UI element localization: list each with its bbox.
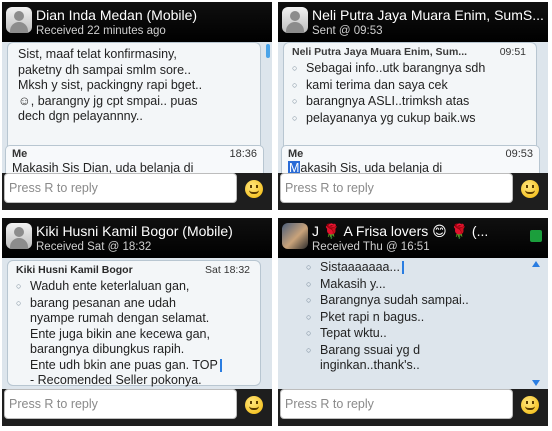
reply-placeholder: Press R to reply xyxy=(285,397,374,411)
message-line: - Recomended Seller pokonya. xyxy=(30,373,202,387)
reply-input[interactable]: Press R to reply xyxy=(4,389,237,419)
chat-header: Kiki Husni Kamil Bogor (Mobile) Received… xyxy=(2,218,272,258)
chat-panel-neli: Neli Putra Jaya Muara Enim, SumS... Sent… xyxy=(278,2,548,210)
message-line: kami terima dan saya cek xyxy=(292,78,530,94)
contact-name: Neli Putra Jaya Muara Enim, SumS... xyxy=(312,7,544,23)
message-line: barangnya ASLI..trimksh atas xyxy=(292,94,530,110)
message-list: Sistaaaaaaa... Makasih y... Barangnya su… xyxy=(306,260,542,374)
reply-input[interactable]: Press R to reply xyxy=(4,173,237,203)
scroll-down-icon[interactable] xyxy=(532,380,540,386)
outgoing-text: Makasih Sis, uda belanja di xyxy=(288,161,442,173)
contact-name: Kiki Husni Kamil Bogor (Mobile) xyxy=(36,223,233,239)
sender-name: Neli Putra Jaya Muara Enim, Sum... xyxy=(292,46,468,58)
conversation-area[interactable]: Kiki Husni Kamil Bogor Sat 18:32 Waduh e… xyxy=(2,258,272,389)
message-line: Makasih y... xyxy=(306,277,542,293)
message-status: Received 22 minutes ago xyxy=(36,25,166,37)
conversation-area[interactable]: Sistaaaaaaa... Makasih y... Barangnya su… xyxy=(278,258,548,389)
message-line: barang pesanan ane udah xyxy=(16,296,254,312)
message-line: Mksh y sist, packingny rapi bget.. xyxy=(18,78,203,92)
chat-header: J 🌹 A Frisa lovers 😊 🌹 (... Received Thu… xyxy=(278,218,548,258)
message-header: Neli Putra Jaya Muara Enim, Sum... 09:51 xyxy=(292,46,530,60)
message-line: nyampe rumah dengan selamat. xyxy=(30,311,210,325)
message-line: Sebagai info..utk barangnya sdh xyxy=(292,61,530,77)
message-line: dech dgn pelayannny.. xyxy=(18,109,143,123)
message-line: paketny dh sampai smlm sore.. xyxy=(18,62,191,77)
outgoing-text: Makasih Sis Dian, uda belanja di xyxy=(12,161,194,173)
scroll-indicator[interactable] xyxy=(266,44,270,58)
reply-input[interactable]: Press R to reply xyxy=(280,173,513,203)
message-status: Sent @ 09:53 xyxy=(312,25,383,37)
contact-name: J 🌹 A Frisa lovers 😊 🌹 (... xyxy=(312,223,489,239)
message-line: inginkan..thank's.. xyxy=(320,358,420,372)
reply-placeholder: Press R to reply xyxy=(285,181,374,195)
chat-panel-kiki: Kiki Husni Kamil Bogor (Mobile) Received… xyxy=(2,218,272,426)
conversation-area[interactable]: Sist, maaf telat konfirmasiny, paketny d… xyxy=(2,42,272,173)
message-status: Received Sat @ 18:32 xyxy=(36,241,152,253)
message-status: Received Thu @ 16:51 xyxy=(312,241,430,253)
sender-label: Me xyxy=(288,148,304,160)
outgoing-message[interactable]: Me 18:36 Makasih Sis Dian, uda belanja d… xyxy=(5,145,264,173)
incoming-message[interactable]: Kiki Husni Kamil Bogor Sat 18:32 Waduh e… xyxy=(7,260,261,389)
bbm-icon xyxy=(530,230,542,242)
text-cursor xyxy=(219,358,222,372)
text-cursor: M xyxy=(288,161,301,173)
outgoing-text-rest: akasih Sis, uda belanja di xyxy=(300,161,443,173)
message-line: Barang ssuai yg d xyxy=(306,343,542,359)
avatar xyxy=(6,223,32,249)
message-line: Sist, maaf telat konfirmasiny, xyxy=(18,47,177,61)
message-line: Tepat wktu.. xyxy=(306,326,542,342)
chat-panel-group: J 🌹 A Frisa lovers 😊 🌹 (... Received Thu… xyxy=(278,218,548,426)
conversation-area[interactable]: Neli Putra Jaya Muara Enim, Sum... 09:51… xyxy=(278,42,548,173)
outgoing-message[interactable]: Me 09:53 Makasih Sis, uda belanja di xyxy=(281,145,540,173)
message-time: 09:51 xyxy=(499,46,526,58)
sender-name: Kiki Husni Kamil Bogor xyxy=(16,264,133,276)
message-line: Pket rapi n bagus.. xyxy=(306,310,542,326)
message-line: pelayananya yg cukup baik.ws xyxy=(292,111,530,127)
chat-panel-dian: Dian Inda Medan (Mobile) Received 22 min… xyxy=(2,2,272,210)
contact-name: Dian Inda Medan (Mobile) xyxy=(36,7,198,23)
message-line: Barangnya sudah sampai.. xyxy=(306,293,542,309)
group-avatar xyxy=(282,223,308,249)
emoticon-icon[interactable] xyxy=(245,396,263,414)
message-line: Sistaaaaaaa... xyxy=(306,260,542,276)
text-cursor xyxy=(401,261,404,275)
message-line: barangnya dibungkus rapih. xyxy=(30,342,185,356)
message-text: Sist, maaf telat konfirmasiny, paketny d… xyxy=(18,47,252,125)
message-list: Waduh ente keterlaluan gan, barang pesan… xyxy=(16,279,254,389)
message-line: Ente juga bikin ane kecewa gan, xyxy=(30,326,210,341)
incoming-message[interactable]: Neli Putra Jaya Muara Enim, Sum... 09:51… xyxy=(283,42,537,158)
chat-header: Dian Inda Medan (Mobile) Received 22 min… xyxy=(2,2,272,42)
message-time: 09:53 xyxy=(505,148,533,160)
message-line: Waduh ente keterlaluan gan, xyxy=(16,279,254,295)
message-time: Sat 18:32 xyxy=(205,264,250,276)
message-time: 18:36 xyxy=(229,148,257,160)
reply-input[interactable]: Press R to reply xyxy=(280,389,513,419)
emoticon-icon[interactable] xyxy=(521,180,539,198)
emoticon-icon[interactable] xyxy=(245,180,263,198)
message-line: ☺, barangny jg cpt smpai.. puas xyxy=(18,93,198,108)
sender-label: Me xyxy=(12,148,28,160)
message-line: Ente udh bkin ane puas gan. TOP xyxy=(16,358,254,374)
emoticon-icon[interactable] xyxy=(521,396,539,414)
chat-header: Neli Putra Jaya Muara Enim, SumS... Sent… xyxy=(278,2,548,42)
incoming-message[interactable]: Sist, maaf telat konfirmasiny, paketny d… xyxy=(7,42,261,158)
reply-placeholder: Press R to reply xyxy=(9,397,98,411)
avatar xyxy=(6,7,32,33)
reply-placeholder: Press R to reply xyxy=(9,181,98,195)
message-header: Kiki Husni Kamil Bogor Sat 18:32 xyxy=(16,264,254,278)
message-list: Sebagai info..utk barangnya sdh kami ter… xyxy=(292,61,530,127)
avatar xyxy=(282,7,308,33)
